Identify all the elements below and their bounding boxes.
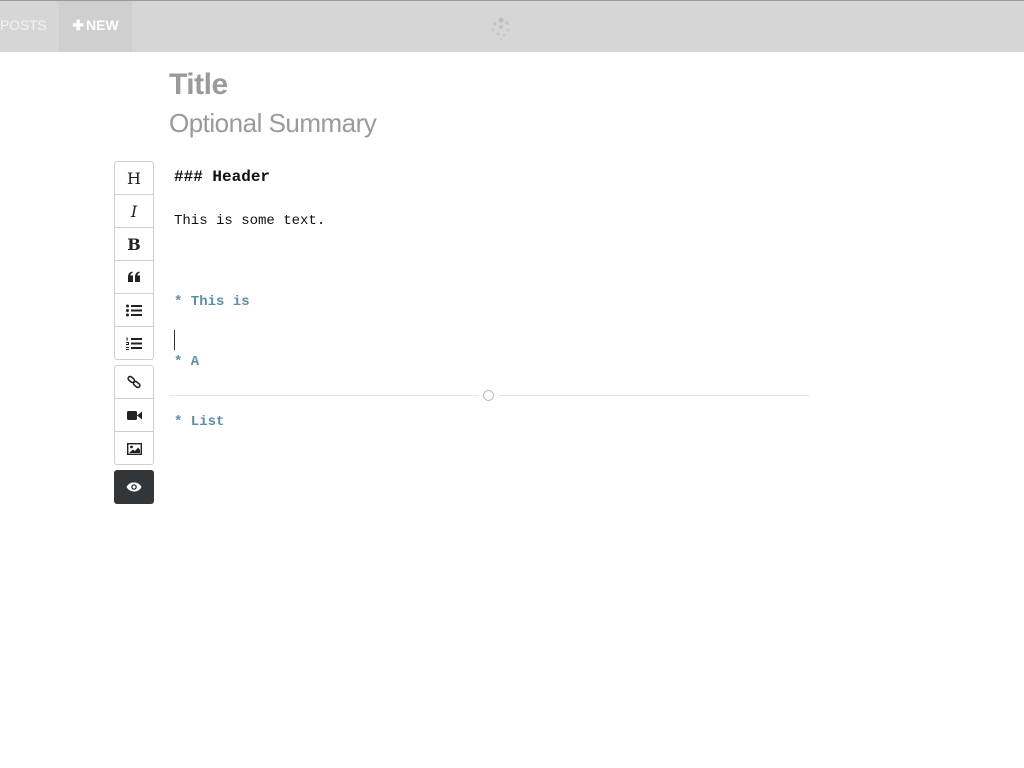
link-icon (127, 375, 141, 389)
quote-button[interactable] (115, 261, 153, 294)
bulleted-list-icon (126, 304, 142, 316)
image-button[interactable] (115, 432, 153, 465)
editor-text-line: This is some text. (174, 213, 326, 229)
resize-handle[interactable] (483, 390, 494, 401)
plus-icon: ✚ (72, 17, 85, 33)
italic-glyph: I (130, 201, 138, 221)
text-caret (174, 330, 175, 350)
image-icon (126, 442, 142, 455)
video-icon (126, 410, 142, 420)
header-button[interactable]: H (115, 162, 153, 195)
preview-eye-icon (126, 482, 142, 492)
insert-toolbar (114, 365, 154, 465)
divider-line-left (169, 395, 479, 396)
quote-icon (128, 271, 140, 282)
numbered-list-button[interactable] (115, 327, 153, 360)
editor-list-line: * List (174, 414, 225, 430)
bulleted-list-button[interactable] (115, 294, 153, 327)
link-button[interactable] (115, 366, 153, 399)
bold-glyph: B (127, 234, 141, 254)
editor-header-line: ### Header (174, 168, 271, 186)
new-post-button[interactable]: ✚ NEW (59, 1, 132, 52)
editor-list: * This is * A * List (174, 252, 250, 472)
formatting-toolbar: H I B (114, 161, 154, 360)
video-button[interactable] (115, 399, 153, 432)
dots-logo-icon[interactable] (488, 15, 514, 41)
header-glyph: H (127, 168, 141, 188)
numbered-list-icon (126, 337, 142, 350)
new-post-label: NEW (86, 17, 119, 33)
post-summary-input[interactable]: Optional Summary (169, 108, 377, 139)
nav-posts-link[interactable]: POSTS (0, 1, 47, 52)
italic-button[interactable]: I (115, 195, 153, 228)
editor-list-line: * This is (174, 294, 250, 310)
top-navigation-bar: POSTS ✚ NEW (0, 0, 1024, 52)
post-title-input[interactable]: Title (169, 68, 228, 102)
editor-list-line: * A (174, 354, 200, 370)
divider-line-right (499, 395, 809, 396)
preview-button[interactable] (114, 470, 154, 504)
bold-button[interactable]: B (115, 228, 153, 261)
